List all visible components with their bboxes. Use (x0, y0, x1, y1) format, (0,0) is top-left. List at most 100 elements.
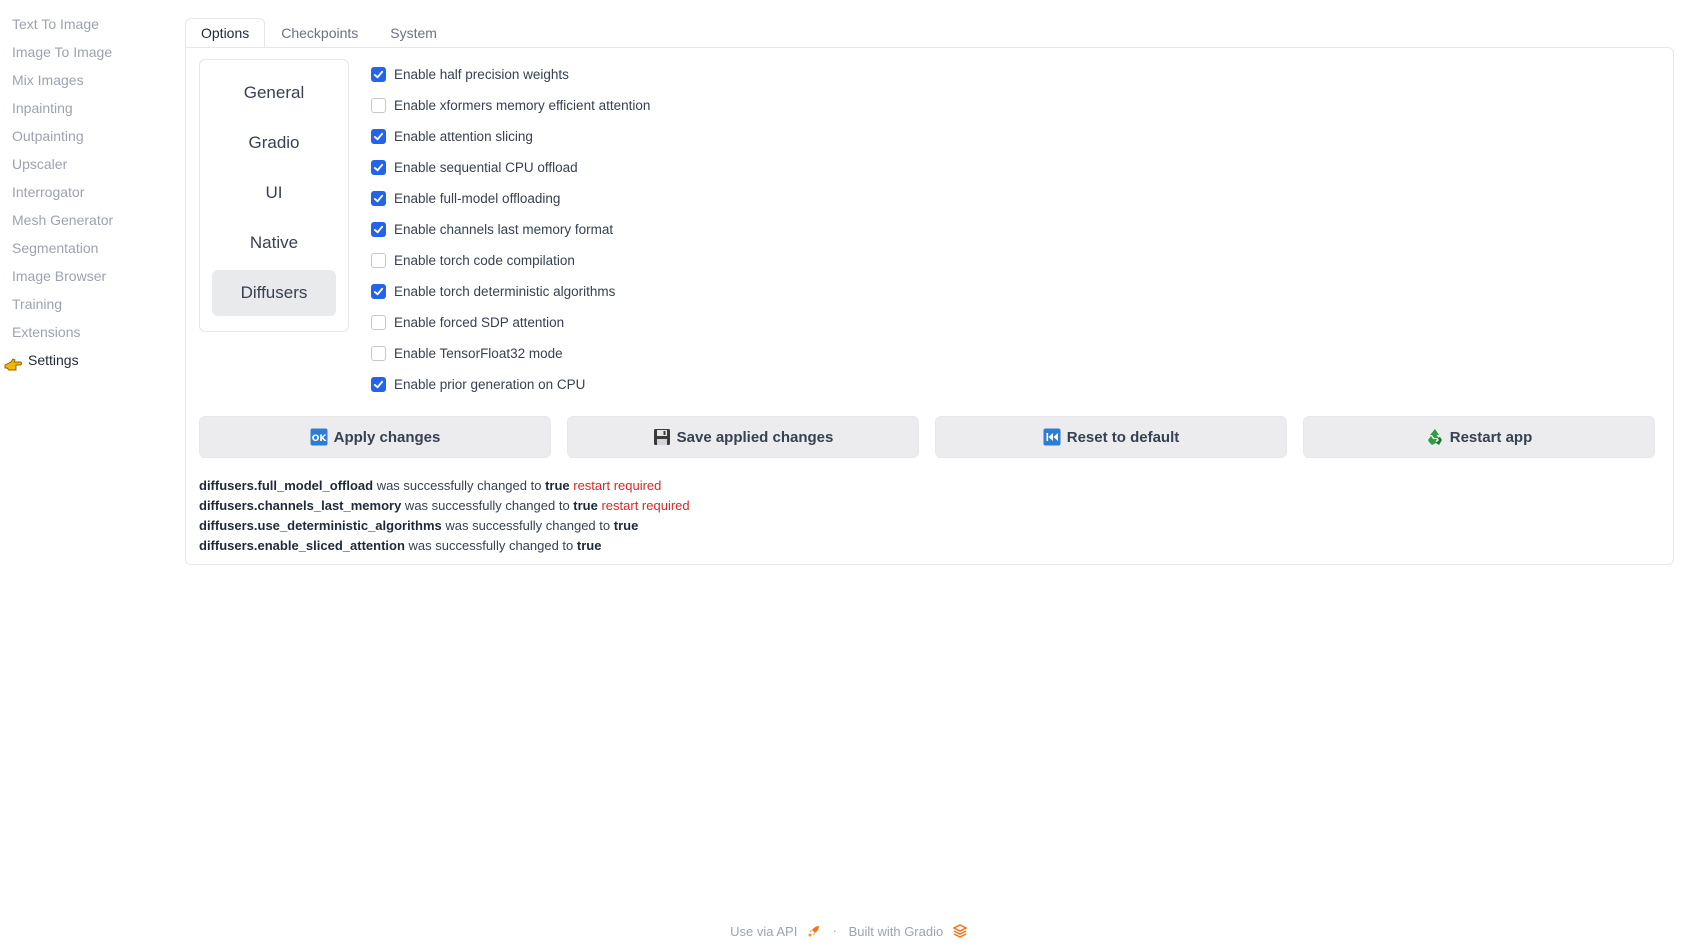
log-line: diffusers.channels_last_memory was succe… (199, 496, 690, 516)
log-key: diffusers.full_model_offload (199, 478, 374, 493)
sidebar-item-text-to-image[interactable]: Text To Image (0, 10, 180, 38)
sidebar-item-mix-images[interactable]: Mix Images (0, 66, 180, 94)
sidebar-item-upscaler[interactable]: Upscaler (0, 150, 180, 178)
checkmark-icon (373, 380, 384, 389)
log-line: diffusers.use_deterministic_algorithms w… (199, 516, 690, 536)
log-line: diffusers.full_model_offload was success… (199, 476, 690, 496)
sidebar-item-outpainting[interactable]: Outpainting (0, 122, 180, 150)
sidebar-item-training[interactable]: Training (0, 290, 180, 318)
sidebar-item-image-browser[interactable]: Image Browser (0, 262, 180, 290)
checkbox[interactable] (371, 315, 386, 330)
settings-tabs: Options Checkpoints System (185, 18, 453, 47)
log-text: was successfully changed to (441, 518, 614, 533)
checkbox[interactable] (371, 98, 386, 113)
tab-options[interactable]: Options (185, 18, 266, 47)
category-general[interactable]: General (212, 70, 336, 116)
option-forced-sdp: Enable forced SDP attention (371, 307, 650, 338)
sidebar-item-inpainting[interactable]: Inpainting (0, 94, 180, 122)
footer-built-label: Built with Gradio (848, 923, 944, 939)
footer: Use via API · Built with Gradio (0, 922, 1697, 939)
option-label: Enable channels last memory format (394, 222, 614, 237)
option-label: Enable TensorFloat32 mode (394, 346, 563, 361)
pointing-hand-icon (4, 353, 22, 371)
checkbox[interactable] (371, 222, 386, 237)
option-label: Enable torch deterministic algorithms (394, 284, 616, 299)
option-label: Enable prior generation on CPU (394, 377, 586, 392)
sidebar: Text To Image Image To Image Mix Images … (0, 10, 180, 374)
built-with-gradio-link[interactable]: Built with Gradio (848, 923, 968, 939)
checkmark-icon (373, 163, 384, 172)
log-key: diffusers.channels_last_memory (199, 498, 402, 513)
sidebar-item-mesh-generator[interactable]: Mesh Generator (0, 206, 180, 234)
option-half-precision: Enable half precision weights (371, 59, 650, 90)
log-key: diffusers.enable_sliced_attention (199, 538, 405, 553)
restart-required-note: restart required (597, 498, 690, 513)
sidebar-item-interrogator[interactable]: Interrogator (0, 178, 180, 206)
log-key: diffusers.use_deterministic_algorithms (199, 518, 442, 533)
checkmark-icon (373, 70, 384, 79)
checkbox[interactable] (371, 377, 386, 392)
log-value: true (576, 538, 602, 553)
option-label: Enable half precision weights (394, 67, 569, 82)
restart-app-button[interactable]: Restart app (1303, 416, 1655, 458)
log-line: diffusers.enable_sliced_attention was su… (199, 536, 690, 556)
rewind-icon (1043, 428, 1061, 446)
ok-icon: OK (310, 428, 328, 446)
tab-checkpoints[interactable]: Checkpoints (265, 18, 375, 47)
checkmark-icon (373, 194, 384, 203)
reset-to-default-button[interactable]: Reset to default (935, 416, 1287, 458)
option-label: Enable torch code compilation (394, 253, 575, 268)
sidebar-item-label: Settings (28, 352, 79, 368)
sidebar-item-image-to-image[interactable]: Image To Image (0, 38, 180, 66)
log-text: was successfully changed to (404, 538, 577, 553)
button-label: Save applied changes (676, 428, 834, 446)
gradio-logo-icon (952, 924, 968, 938)
checkbox[interactable] (371, 160, 386, 175)
button-label: Apply changes (333, 428, 441, 446)
option-label: Enable xformers memory efficient attenti… (394, 98, 651, 113)
settings-category-nav: General Gradio UI Native Diffusers (199, 59, 349, 332)
category-native[interactable]: Native (212, 220, 336, 266)
sidebar-item-extensions[interactable]: Extensions (0, 318, 180, 346)
option-deterministic: Enable torch deterministic algorithms (371, 276, 650, 307)
log-value: true (545, 478, 570, 493)
checkmark-icon (373, 287, 384, 296)
option-label: Enable sequential CPU offload (394, 160, 578, 175)
checkbox[interactable] (371, 191, 386, 206)
log-text: was successfully changed to (401, 498, 574, 513)
checkbox[interactable] (371, 253, 386, 268)
floppy-disk-icon (653, 428, 671, 446)
option-torch-compile: Enable torch code compilation (371, 245, 650, 276)
category-diffusers[interactable]: Diffusers (212, 270, 336, 316)
option-full-model-offloading: Enable full-model offloading (371, 183, 650, 214)
button-label: Reset to default (1066, 428, 1180, 446)
option-tensorfloat32: Enable TensorFloat32 mode (371, 338, 650, 369)
svg-text:OK: OK (311, 434, 327, 444)
option-label: Enable attention slicing (394, 129, 533, 144)
sidebar-item-settings[interactable]: Settings (0, 346, 180, 374)
footer-separator: · (832, 923, 837, 939)
checkbox[interactable] (371, 129, 386, 144)
tab-system[interactable]: System (374, 18, 453, 47)
checkbox[interactable] (371, 67, 386, 82)
button-label: Restart app (1449, 428, 1533, 446)
recycle-icon (1426, 428, 1444, 446)
checkbox[interactable] (371, 284, 386, 299)
option-attention-slicing: Enable attention slicing (371, 121, 650, 152)
restart-required-note: restart required (569, 478, 662, 493)
category-gradio[interactable]: Gradio (212, 120, 336, 166)
diffusers-options: Enable half precision weights Enable xfo… (371, 59, 650, 400)
checkmark-icon (373, 132, 384, 141)
option-sequential-cpu-offload: Enable sequential CPU offload (371, 152, 650, 183)
checkbox[interactable] (371, 346, 386, 361)
category-ui[interactable]: UI (212, 170, 336, 216)
option-prior-generation-cpu: Enable prior generation on CPU (371, 369, 650, 400)
sidebar-item-segmentation[interactable]: Segmentation (0, 234, 180, 262)
use-via-api-link[interactable]: Use via API (730, 923, 824, 939)
log-value: true (573, 498, 598, 513)
save-applied-changes-button[interactable]: Save applied changes (567, 416, 919, 458)
log-text: was successfully changed to (373, 478, 546, 493)
option-label: Enable full-model offloading (394, 191, 561, 206)
footer-api-label: Use via API (730, 923, 798, 939)
apply-changes-button[interactable]: OK Apply changes (199, 416, 551, 458)
